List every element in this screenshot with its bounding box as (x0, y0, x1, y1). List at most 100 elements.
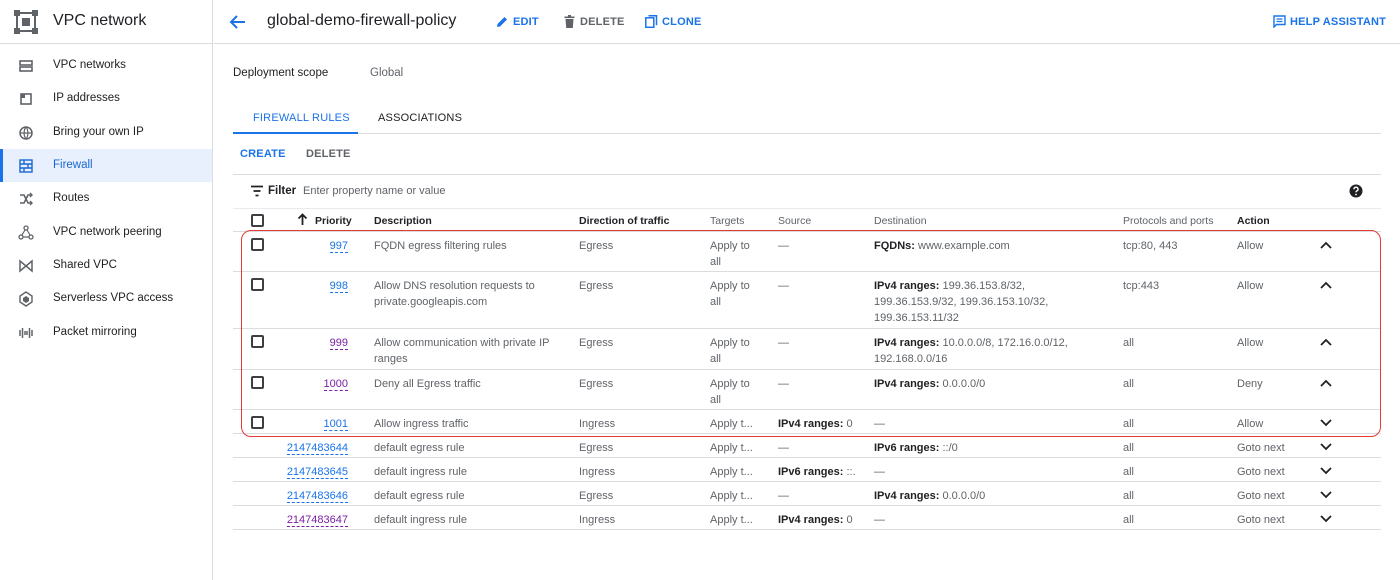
sidebar-item-routes[interactable]: Routes (0, 182, 212, 215)
sidebar-item-serverless-vpc-access[interactable]: Serverless VPC access (0, 282, 212, 315)
help-assistant-icon (1273, 15, 1286, 28)
clone-button-label: CLONE (662, 16, 702, 28)
table-row[interactable]: 998 Allow DNS resolution requests to priva… (233, 272, 1381, 329)
select-all-checkbox[interactable] (251, 214, 264, 227)
priority-link[interactable]: 999 (233, 335, 348, 351)
table-row[interactable]: 999 Allow communication with private IP ra… (233, 329, 1381, 370)
destination-value: — (874, 466, 885, 478)
firewall-icon (19, 159, 33, 173)
filter-input[interactable] (303, 181, 1203, 201)
protocols-cell: all (1123, 378, 1135, 390)
chevron-up-icon[interactable] (1320, 281, 1332, 289)
chevron-up-icon[interactable] (1320, 338, 1332, 346)
column-header-description[interactable]: Description (374, 215, 432, 227)
direction-cell: Egress (579, 442, 614, 454)
targets-text: Apply t... (710, 466, 753, 478)
tab-firewall-rules[interactable]: FIREWALL RULES (233, 100, 358, 134)
sort-ascending-icon[interactable] (297, 213, 308, 225)
table-row[interactable]: 2147483647 default ingress rule Ingress App… (233, 506, 1381, 530)
priority-link[interactable]: 998 (233, 278, 348, 294)
protocols-cell: all (1123, 490, 1135, 502)
table-row[interactable]: 1001 Allow ingress traffic Ingress Apply t.… (233, 410, 1381, 434)
delete-rule-button[interactable]: DELETE (306, 148, 351, 160)
source-cell: IPv6 ranges: ::. (778, 464, 856, 480)
table-row[interactable]: 2147483644 default egress rule Egress Apply… (233, 434, 1381, 458)
column-header-priority[interactable]: Priority (315, 215, 352, 227)
targets-text: Apply t... (710, 490, 753, 502)
chevron-down-icon[interactable] (1320, 515, 1332, 523)
description-cell: Allow DNS resolution requests to private.… (374, 278, 574, 310)
description-text: ranges (374, 353, 408, 365)
priority-value: 999 (329, 337, 348, 350)
column-header-direction[interactable]: Direction of traffic (579, 215, 669, 227)
tab-associations[interactable]: ASSOCIATIONS (358, 100, 478, 134)
column-header-source[interactable]: Source (778, 215, 811, 227)
priority-link[interactable]: 997 (233, 238, 348, 254)
column-header-action[interactable]: Action (1237, 215, 1270, 227)
sidebar-item-bring-your-own-ip[interactable]: Bring your own IP (0, 116, 212, 149)
sidebar-item-label: Shared VPC (53, 259, 117, 271)
sidebar-item-vpc-networks[interactable]: VPC networks (0, 49, 212, 82)
description-cell: default ingress rule (374, 512, 574, 528)
serverless-icon (19, 291, 33, 307)
chevron-up-icon[interactable] (1320, 379, 1332, 387)
priority-link[interactable]: 2147483644 (233, 440, 348, 456)
priority-link[interactable]: 1001 (233, 416, 348, 432)
column-header-destination[interactable]: Destination (874, 215, 927, 227)
table-row[interactable]: 997 FQDN egress filtering rules Egress Appl… (233, 232, 1381, 272)
targets-text: all (710, 256, 722, 268)
table-row[interactable]: 1000 Deny all Egress traffic Egress Apply t… (233, 370, 1381, 410)
protocols-cell: tcp:443 (1123, 280, 1160, 292)
protocols-cell: all (1123, 514, 1135, 526)
targets-text: Apply t... (710, 418, 753, 430)
source-value: 0 (843, 418, 853, 430)
help-icon[interactable] (1349, 184, 1363, 198)
sidebar-item-packet-mirroring[interactable]: Packet mirroring (0, 316, 212, 349)
chevron-down-icon[interactable] (1320, 491, 1332, 499)
description-text: default ingress rule (374, 514, 467, 526)
sidebar-item-firewall[interactable]: Firewall (0, 149, 212, 182)
action-cell: Deny (1237, 378, 1263, 390)
delete-button-label: DELETE (580, 16, 625, 28)
column-header-targets[interactable]: Targets (710, 215, 744, 227)
ip-addresses-icon (20, 93, 32, 105)
create-rule-button[interactable]: CREATE (240, 148, 286, 160)
action-cell: Goto next (1237, 466, 1285, 478)
protocols-cell: all (1123, 418, 1135, 430)
chevron-up-icon[interactable] (1320, 241, 1332, 249)
direction-cell: Egress (579, 337, 614, 349)
chevron-down-icon[interactable] (1320, 443, 1332, 451)
filter-label: Filter (268, 185, 297, 197)
column-header-protocols[interactable]: Protocols and ports (1123, 215, 1213, 227)
source-label: IPv6 ranges: (778, 466, 844, 478)
description-text: default egress rule (374, 490, 465, 502)
table-row[interactable]: 2147483646 default egress rule Egress Apply… (233, 482, 1381, 506)
destination-cell: IPv4 ranges: 0.0.0.0/0 (874, 488, 1094, 504)
sidebar-item-vpc-network-peering[interactable]: VPC network peering (0, 216, 212, 249)
description-text: FQDN egress filtering rules (374, 240, 507, 252)
chevron-down-icon[interactable] (1320, 467, 1332, 475)
targets-cell: Apply to all (710, 376, 750, 408)
targets-cell: Apply t... (710, 416, 753, 432)
tab-bar: FIREWALL RULES ASSOCIATIONS (233, 100, 1381, 134)
sidebar-item-shared-vpc[interactable]: Shared VPC (0, 249, 212, 282)
priority-link[interactable]: 2147483646 (233, 488, 348, 504)
back-arrow-icon[interactable] (228, 12, 248, 32)
source-label: IPv4 ranges: (778, 514, 844, 526)
priority-link[interactable]: 2147483647 (233, 512, 348, 528)
destination-value: 0.0.0.0/0 (939, 490, 986, 502)
sidebar-item-ip-addresses[interactable]: IP addresses (0, 82, 212, 115)
description-text: Deny all Egress traffic (374, 378, 481, 390)
peering-icon (18, 225, 34, 240)
table-row[interactable]: 2147483645 default ingress rule Ingress App… (233, 458, 1381, 482)
priority-link[interactable]: 1000 (233, 376, 348, 392)
tab-label: FIREWALL RULES (253, 112, 350, 124)
filter-icon[interactable] (250, 185, 264, 197)
priority-link[interactable]: 2147483645 (233, 464, 348, 480)
targets-text: Apply to (710, 240, 750, 252)
description-text: default ingress rule (374, 466, 467, 478)
sidebar-item-label: VPC network peering (53, 226, 162, 238)
chevron-down-icon[interactable] (1320, 419, 1332, 427)
targets-text: Apply t... (710, 442, 753, 454)
help-assistant-label: HELP ASSISTANT (1290, 16, 1387, 28)
